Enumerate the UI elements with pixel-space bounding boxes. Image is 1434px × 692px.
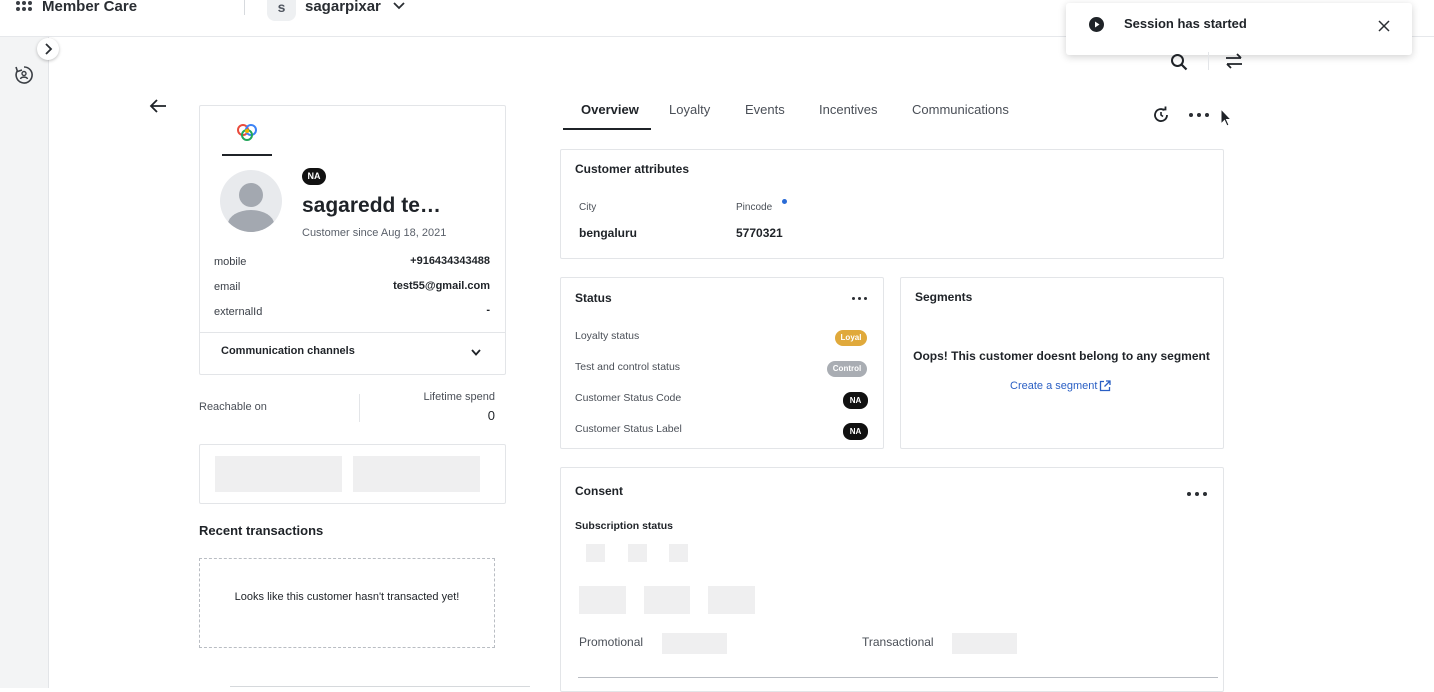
status-label-badge: NA [843, 423, 868, 440]
close-icon[interactable] [1378, 20, 1390, 32]
customer-since: Customer since Aug 18, 2021 [302, 227, 447, 239]
city-value: bengaluru [579, 226, 638, 240]
customer-refresh-icon[interactable] [14, 65, 34, 85]
chevron-right-icon [45, 43, 53, 55]
loading-card [199, 444, 506, 504]
search-icon[interactable] [1170, 53, 1188, 71]
toast-message: Session has started [1124, 16, 1247, 31]
status-code-badge: NA [843, 392, 868, 409]
play-icon [1089, 17, 1104, 32]
brand-logo-icon [237, 124, 257, 141]
tab-events[interactable]: Events [745, 102, 785, 117]
external-link-icon[interactable] [1099, 380, 1111, 392]
externalid-value: - [486, 304, 490, 316]
skeleton-block [579, 586, 626, 614]
avatar [220, 170, 282, 232]
tab-loyalty[interactable]: Loyalty [669, 102, 710, 117]
divider [244, 0, 245, 15]
customer-name: sagaredd te… [302, 194, 441, 217]
profile-card: NA sagaredd te… Customer since Aug 18, 2… [199, 105, 506, 375]
expand-rail-button[interactable] [37, 38, 59, 60]
user-name[interactable]: sagarpixar [305, 0, 381, 15]
status-label: Customer Status Code [575, 392, 682, 404]
skeleton-block [628, 544, 647, 562]
attribute-label: City [579, 202, 597, 213]
consent-more-icon[interactable] [1187, 492, 1207, 498]
divider [578, 677, 1218, 678]
skeleton-block [952, 633, 1017, 654]
app-title: Member Care [42, 0, 138, 15]
back-arrow-icon[interactable] [149, 98, 167, 114]
status-label: Loyalty status [575, 330, 640, 342]
field-label: externalId [214, 306, 263, 318]
profile-badge: NA [302, 168, 326, 185]
status-label: Customer Status Label [575, 423, 682, 435]
apps-grid-icon[interactable] [16, 0, 32, 14]
reachable-on-label: Reachable on [199, 401, 267, 413]
skeleton-block [662, 633, 727, 654]
skeleton-block [353, 456, 480, 492]
field-label: mobile [214, 256, 247, 268]
promotional-label: Promotional [579, 635, 644, 649]
skeleton-block [644, 586, 690, 614]
divider [230, 686, 530, 687]
control-status-badge: Control [827, 361, 867, 377]
status-more-icon[interactable] [852, 297, 868, 303]
section-title: Consent [575, 484, 623, 498]
tab-communications[interactable]: Communications [912, 102, 1009, 117]
attribute-label: Pincode [736, 202, 773, 213]
communication-channels-toggle[interactable]: Communication channels [200, 332, 505, 375]
recent-transactions-title: Recent transactions [199, 523, 324, 538]
transactional-label: Transactional [862, 635, 934, 649]
divider [1208, 52, 1209, 70]
customer-attributes-card: Customer attributes City bengaluru Pinco… [560, 149, 1224, 259]
section-title: Customer attributes [575, 162, 690, 176]
toast-notification: Session has started [1066, 3, 1412, 55]
status-label: Test and control status [575, 361, 681, 373]
consent-card: Consent [560, 467, 1224, 692]
loyalty-status-badge: Loyal [835, 330, 867, 346]
empty-transactions-text: Looks like this customer hasn't transact… [234, 591, 460, 603]
more-options-icon[interactable] [1189, 113, 1209, 119]
status-dot [782, 199, 787, 204]
pincode-value: 5770321 [736, 226, 783, 240]
lifetime-spend-label: Lifetime spend [423, 391, 495, 403]
create-segment-link[interactable]: Create a segment [1010, 380, 1097, 392]
chevron-down-icon[interactable] [393, 1, 405, 11]
skeleton-block [708, 586, 755, 614]
subscription-status-label: Subscription status [575, 520, 674, 532]
communication-channels-label: Communication channels [221, 345, 355, 357]
field-label: email [214, 281, 241, 293]
brand-logo-tab[interactable] [222, 106, 272, 156]
refresh-icon[interactable] [1152, 106, 1170, 124]
section-title: Status [575, 291, 612, 305]
skeleton-block [586, 544, 605, 562]
email-value: test55@gmail.com [393, 280, 490, 292]
lifetime-spend-value: 0 [487, 408, 495, 423]
tab-incentives[interactable]: Incentives [819, 102, 878, 117]
mobile-value: +916434343488 [410, 255, 490, 267]
segments-empty-message: Oops! This customer doesnt belong to any… [913, 349, 1210, 363]
empty-transactions: Looks like this customer hasn't transact… [199, 558, 495, 648]
mouse-cursor-icon [1220, 108, 1232, 127]
tab-overview[interactable]: Overview [581, 102, 639, 117]
user-avatar[interactable]: s [267, 0, 296, 21]
skeleton-block [215, 456, 342, 492]
skeleton-block [669, 544, 688, 562]
swap-icon[interactable] [1224, 52, 1244, 70]
left-rail [0, 37, 49, 688]
active-tab-indicator [563, 128, 651, 130]
segments-card: Segments [900, 277, 1224, 449]
section-title: Segments [915, 290, 973, 304]
chevron-down-icon [471, 349, 481, 356]
divider [359, 394, 360, 422]
